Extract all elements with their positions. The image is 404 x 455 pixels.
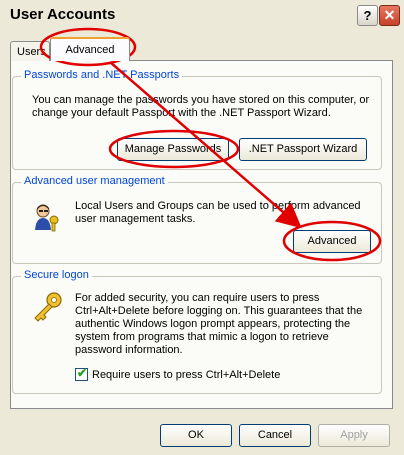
tab-users[interactable]: Users <box>10 41 50 61</box>
advanced-management-description: Local Users and Groups can be used to pe… <box>75 200 361 225</box>
require-ctrl-alt-del-checkbox[interactable]: ✔ <box>75 366 88 381</box>
passwords-description: You can manage the passwords you have st… <box>32 94 370 119</box>
manage-passwords-button[interactable]: Manage Passwords <box>117 138 229 161</box>
tab-advanced[interactable]: Advanced <box>50 37 130 61</box>
require-ctrl-alt-del-label[interactable]: Require users to press Ctrl+Alt+Delete <box>92 369 280 381</box>
help-button[interactable]: ? <box>357 5 378 26</box>
key-icon <box>34 292 62 322</box>
window-title: User Accounts <box>10 6 116 23</box>
secure-logon-description: For added security, you can require user… <box>75 292 363 356</box>
users-icon <box>35 204 59 232</box>
cancel-button[interactable]: Cancel <box>239 424 311 447</box>
passwords-group-title: Passwords and .NET Passports <box>21 69 183 81</box>
passport-wizard-button[interactable]: .NET Passport Wizard <box>239 138 367 161</box>
close-button[interactable]: ✕ <box>379 5 400 26</box>
user-accounts-window: User Accounts ? ✕ Users Advanced Passwor… <box>0 0 404 455</box>
advanced-management-title: Advanced user management <box>21 175 168 187</box>
title-bar: User Accounts ? ✕ <box>0 0 404 30</box>
secure-logon-title: Secure logon <box>21 269 92 281</box>
apply-button[interactable]: Apply <box>318 424 390 447</box>
advanced-button[interactable]: Advanced <box>293 230 371 253</box>
checkmark-icon: ✔ <box>77 366 88 380</box>
ok-button[interactable]: OK <box>160 424 232 447</box>
